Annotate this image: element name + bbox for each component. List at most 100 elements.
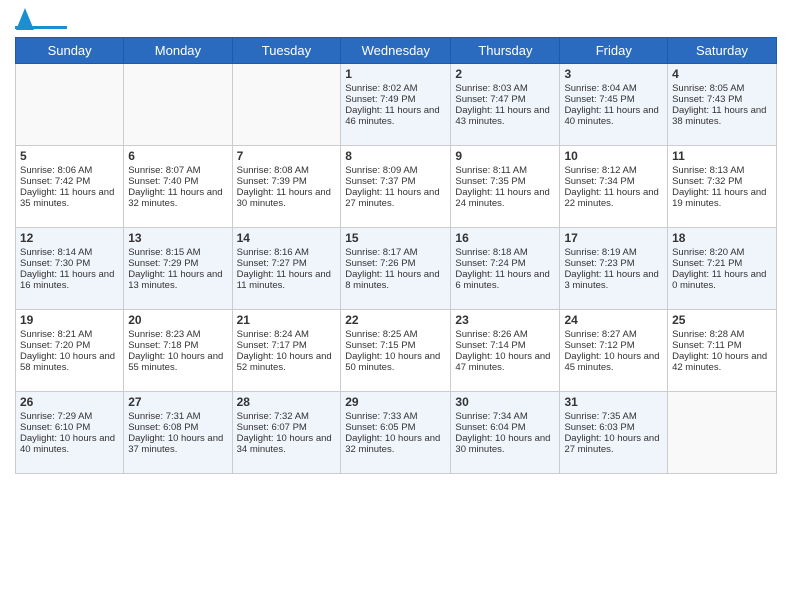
- weekday-header-friday: Friday: [560, 38, 668, 64]
- weekday-header-wednesday: Wednesday: [341, 38, 451, 64]
- day-number: 29: [345, 395, 446, 409]
- calendar-cell: 14 Sunrise: 8:16 AMSunset: 7:27 PMDayligh…: [232, 228, 341, 310]
- day-info: Sunset: 7:14 PM: [455, 340, 555, 351]
- day-number: 13: [128, 231, 227, 245]
- day-info: Sunset: 7:23 PM: [564, 258, 663, 269]
- calendar-cell: 18Sunrise: 8:20 AMSunset: 7:21 PMDayligh…: [668, 228, 777, 310]
- calendar-cell: 21Sunrise: 8:24 AMSunset: 7:17 PMDayligh…: [232, 310, 341, 392]
- calendar-cell: [232, 64, 341, 146]
- day-info: Daylight: 10 hours and 58 minutes.: [20, 351, 119, 373]
- day-info: Daylight: 11 hours and 3 minutes.: [564, 269, 663, 291]
- day-info: Daylight: 11 hours and 27 minutes.: [345, 187, 446, 209]
- day-info: Daylight: 11 hours and 16 minutes.: [20, 269, 119, 291]
- day-number: 21: [237, 313, 337, 327]
- day-number: 7: [237, 149, 337, 163]
- day-number: 19: [20, 313, 119, 327]
- calendar-week-row: 19Sunrise: 8:21 AMSunset: 7:20 PMDayligh…: [16, 310, 777, 392]
- day-number: 30: [455, 395, 555, 409]
- day-info: Daylight: 10 hours and 50 minutes.: [345, 351, 446, 373]
- day-info: Sunset: 7:18 PM: [128, 340, 227, 351]
- calendar-cell: [16, 64, 124, 146]
- header: [15, 10, 777, 29]
- calendar-cell: 2Sunrise: 8:03 AMSunset: 7:47 PMDaylight…: [451, 64, 560, 146]
- calendar-cell: 11Sunrise: 8:13 AMSunset: 7:32 PMDayligh…: [668, 146, 777, 228]
- calendar-cell: 23Sunrise: 8:26 AMSunset: 7:14 PMDayligh…: [451, 310, 560, 392]
- day-info: Daylight: 11 hours and 0 minutes.: [672, 269, 772, 291]
- calendar-cell: 29Sunrise: 7:33 AMSunset: 6:05 PMDayligh…: [341, 392, 451, 474]
- day-info: Daylight: 10 hours and 55 minutes.: [128, 351, 227, 373]
- day-number: 24: [564, 313, 663, 327]
- day-info: Sunset: 7:11 PM: [672, 340, 772, 351]
- day-number: 1: [345, 67, 446, 81]
- day-info: Sunset: 7:24 PM: [455, 258, 555, 269]
- day-info: Sunrise: 8:20 AM: [672, 247, 772, 258]
- day-info: Sunrise: 8:04 AM: [564, 83, 663, 94]
- day-info: Sunrise: 7:32 AM: [237, 411, 337, 422]
- day-info: Sunset: 6:08 PM: [128, 422, 227, 433]
- day-number: 17: [564, 231, 663, 245]
- day-number: 16: [455, 231, 555, 245]
- day-info: Daylight: 11 hours and 11 minutes.: [237, 269, 337, 291]
- calendar-cell: 17Sunrise: 8:19 AMSunset: 7:23 PMDayligh…: [560, 228, 668, 310]
- day-info: Sunrise: 8:06 AM: [20, 165, 119, 176]
- day-info: Daylight: 11 hours and 40 minutes.: [564, 105, 663, 127]
- day-number: 12: [20, 231, 119, 245]
- day-info: Sunrise: 7:34 AM: [455, 411, 555, 422]
- calendar-cell: 8 Sunrise: 8:09 AMSunset: 7:37 PMDaylight…: [341, 146, 451, 228]
- day-number: 14: [237, 231, 337, 245]
- day-info: Daylight: 11 hours and 32 minutes.: [128, 187, 227, 209]
- day-info: Sunrise: 8:18 AM: [455, 247, 555, 258]
- day-info: Daylight: 10 hours and 47 minutes.: [455, 351, 555, 373]
- day-info: Daylight: 11 hours and 22 minutes.: [564, 187, 663, 209]
- day-number: 4: [672, 67, 772, 81]
- day-number: 8: [345, 149, 446, 163]
- calendar-cell: [124, 64, 232, 146]
- logo: [15, 10, 69, 29]
- day-info: Sunrise: 8:07 AM: [128, 165, 227, 176]
- day-info: Sunset: 7:42 PM: [20, 176, 119, 187]
- day-info: Sunset: 7:35 PM: [455, 176, 555, 187]
- day-number: 11: [672, 149, 772, 163]
- day-info: Sunset: 7:27 PM: [237, 258, 337, 269]
- calendar-cell: 7Sunrise: 8:08 AMSunset: 7:39 PMDaylight…: [232, 146, 341, 228]
- day-info: Sunset: 7:32 PM: [672, 176, 772, 187]
- calendar-cell: 16 Sunrise: 8:18 AMSunset: 7:24 PMDayligh…: [451, 228, 560, 310]
- day-info: Daylight: 11 hours and 43 minutes.: [455, 105, 555, 127]
- weekday-header-row: SundayMondayTuesdayWednesdayThursdayFrid…: [16, 38, 777, 64]
- day-info: Sunset: 7:37 PM: [345, 176, 446, 187]
- day-info: Sunrise: 8:12 AM: [564, 165, 663, 176]
- day-info: Sunset: 7:45 PM: [564, 94, 663, 105]
- day-info: Daylight: 10 hours and 42 minutes.: [672, 351, 772, 373]
- day-info: Daylight: 10 hours and 40 minutes.: [20, 433, 119, 455]
- day-info: Sunset: 7:29 PM: [128, 258, 227, 269]
- day-number: 22: [345, 313, 446, 327]
- day-number: 10: [564, 149, 663, 163]
- calendar-cell: 19 Sunrise: 8:21 AMSunset: 7:20 PMDayligh…: [16, 310, 124, 392]
- day-info: Daylight: 11 hours and 24 minutes.: [455, 187, 555, 209]
- day-info: Daylight: 11 hours and 38 minutes.: [672, 105, 772, 127]
- calendar-week-row: 1Sunrise: 8:02 AMSunset: 7:49 PMDaylight…: [16, 64, 777, 146]
- day-info: Sunset: 7:20 PM: [20, 340, 119, 351]
- page: SundayMondayTuesdayWednesdayThursdayFrid…: [0, 0, 792, 612]
- day-info: Sunrise: 8:16 AM: [237, 247, 337, 258]
- calendar-cell: 26Sunrise: 7:29 AMSunset: 6:10 PMDayligh…: [16, 392, 124, 474]
- day-info: Sunrise: 8:14 AM: [20, 247, 119, 258]
- day-info: Sunrise: 8:03 AM: [455, 83, 555, 94]
- calendar-cell: 4Sunrise: 8:05 AMSunset: 7:43 PMDaylight…: [668, 64, 777, 146]
- day-info: Daylight: 11 hours and 6 minutes.: [455, 269, 555, 291]
- day-info: Sunset: 7:21 PM: [672, 258, 772, 269]
- day-info: Sunrise: 8:09 AM: [345, 165, 446, 176]
- day-info: Daylight: 10 hours and 45 minutes.: [564, 351, 663, 373]
- day-number: 6: [128, 149, 227, 163]
- day-number: 2: [455, 67, 555, 81]
- day-info: Sunrise: 8:21 AM: [20, 329, 119, 340]
- calendar-week-row: 12Sunrise: 8:14 AMSunset: 7:30 PMDayligh…: [16, 228, 777, 310]
- day-info: Sunset: 7:40 PM: [128, 176, 227, 187]
- calendar-cell: 31Sunrise: 7:35 AMSunset: 6:03 PMDayligh…: [560, 392, 668, 474]
- day-info: Sunset: 6:05 PM: [345, 422, 446, 433]
- calendar-cell: 9Sunrise: 8:11 AMSunset: 7:35 PMDaylight…: [451, 146, 560, 228]
- day-info: Sunrise: 8:11 AM: [455, 165, 555, 176]
- day-info: Sunrise: 8:23 AM: [128, 329, 227, 340]
- day-info: Sunrise: 8:15 AM: [128, 247, 227, 258]
- day-info: Sunrise: 8:27 AM: [564, 329, 663, 340]
